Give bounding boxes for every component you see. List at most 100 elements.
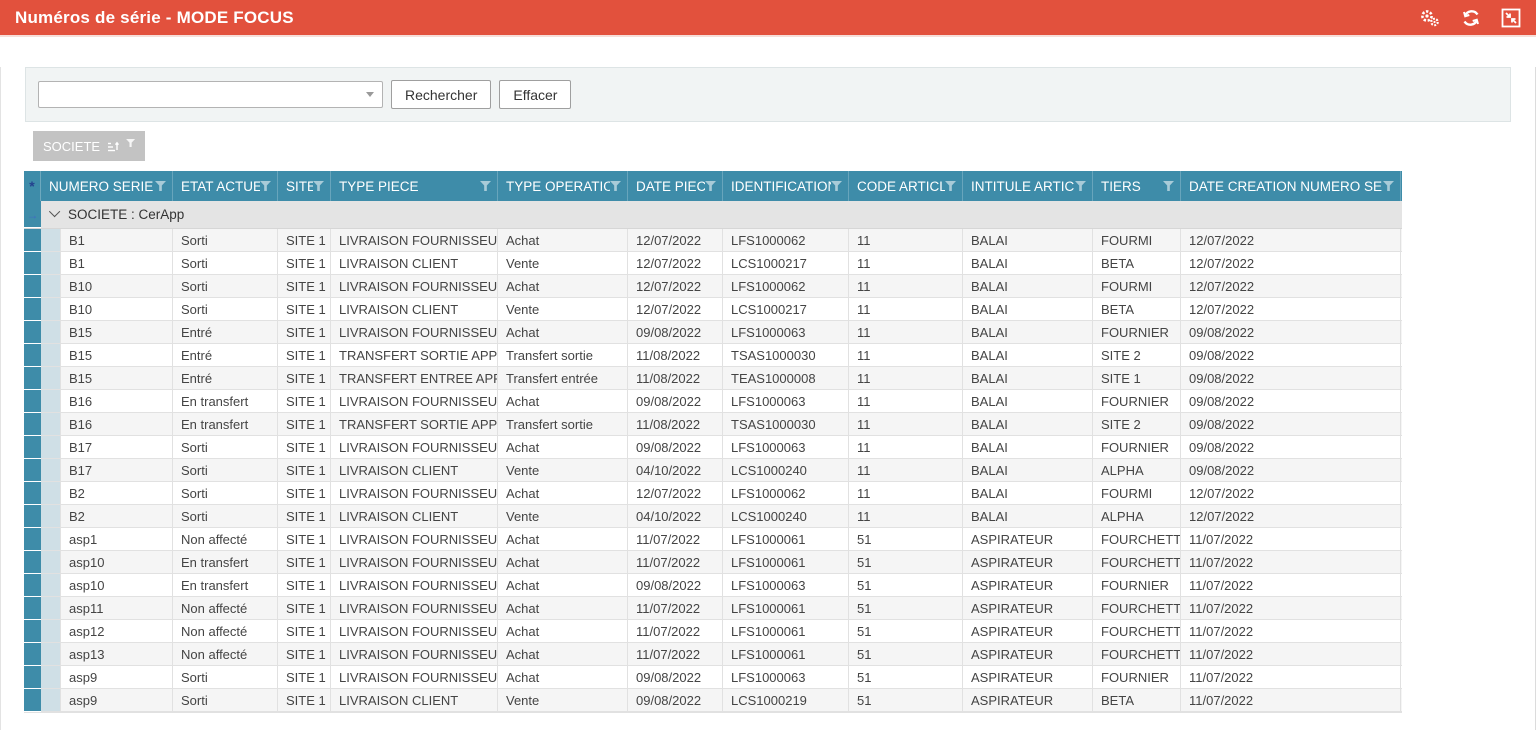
cell-type-piece[interactable]: LIVRAISON FOURNISSEUR bbox=[331, 643, 498, 665]
cell-type-operation[interactable]: Achat bbox=[498, 620, 628, 642]
cell-date-creation-numero-serie[interactable]: 11/07/2022 bbox=[1181, 620, 1401, 642]
cell-tiers[interactable]: FOURMI bbox=[1093, 229, 1181, 251]
cell-etat-actuel[interactable]: Sorti bbox=[173, 275, 278, 297]
cell-code-article[interactable]: 51 bbox=[849, 643, 963, 665]
cell-tiers[interactable]: FOURMI bbox=[1093, 275, 1181, 297]
cell-intitule-article[interactable]: ASPIRATEUR bbox=[963, 689, 1093, 711]
cell-identification[interactable]: LFS1000061 bbox=[723, 597, 849, 619]
cell-intitule-article[interactable]: ASPIRATEUR bbox=[963, 666, 1093, 688]
cell-numero-serie[interactable]: B10 bbox=[61, 275, 173, 297]
table-row[interactable]: B16En transfertSITE 1LIVRAISON FOURNISSE… bbox=[24, 390, 1402, 413]
cell-etat-actuel[interactable]: Sorti bbox=[173, 482, 278, 504]
cell-type-piece[interactable]: TRANSFERT SORTIE APPRO bbox=[331, 344, 498, 366]
cell-date-creation-numero-serie[interactable]: 12/07/2022 bbox=[1181, 275, 1401, 297]
cell-site[interactable]: SITE 1 bbox=[278, 666, 331, 688]
cell-numero-serie[interactable]: B2 bbox=[61, 505, 173, 527]
cell-intitule-article[interactable]: ASPIRATEUR bbox=[963, 620, 1093, 642]
cell-date-creation-numero-serie[interactable]: 09/08/2022 bbox=[1181, 344, 1401, 366]
cell-type-operation[interactable]: Vente bbox=[498, 689, 628, 711]
cell-tiers[interactable]: FOURNIER bbox=[1093, 321, 1181, 343]
cell-date-piece[interactable]: 11/07/2022 bbox=[628, 597, 723, 619]
cell-date-piece[interactable]: 11/08/2022 bbox=[628, 344, 723, 366]
cell-type-piece[interactable]: TRANSFERT SORTIE APPRO bbox=[331, 413, 498, 435]
cell-numero-serie[interactable]: asp11 bbox=[61, 597, 173, 619]
cell-numero-serie[interactable]: asp1 bbox=[61, 528, 173, 550]
search-input[interactable] bbox=[47, 82, 366, 107]
refresh-icon[interactable] bbox=[1461, 8, 1481, 28]
cell-site[interactable]: SITE 1 bbox=[278, 436, 331, 458]
cell-tiers[interactable]: BETA bbox=[1093, 689, 1181, 711]
table-row[interactable]: asp13Non affectéSITE 1LIVRAISON FOURNISS… bbox=[24, 643, 1402, 666]
cell-identification[interactable]: LFS1000061 bbox=[723, 643, 849, 665]
cell-type-operation[interactable]: Achat bbox=[498, 643, 628, 665]
cell-site[interactable]: SITE 1 bbox=[278, 597, 331, 619]
cell-type-operation[interactable]: Vente bbox=[498, 459, 628, 481]
column-filter-icon[interactable] bbox=[155, 181, 166, 191]
column-header-tiers[interactable]: TIERS bbox=[1093, 171, 1181, 201]
cell-site[interactable]: SITE 1 bbox=[278, 390, 331, 412]
compress-icon[interactable] bbox=[1501, 8, 1521, 28]
cell-etat-actuel[interactable]: En transfert bbox=[173, 551, 278, 573]
cell-site[interactable]: SITE 1 bbox=[278, 643, 331, 665]
cell-etat-actuel[interactable]: Non affecté bbox=[173, 620, 278, 642]
cell-identification[interactable]: TSAS1000030 bbox=[723, 344, 849, 366]
cell-site[interactable]: SITE 1 bbox=[278, 620, 331, 642]
group-chip-societe[interactable]: SOCIETE bbox=[33, 131, 145, 161]
cell-site[interactable]: SITE 1 bbox=[278, 528, 331, 550]
cell-date-creation-numero-serie[interactable]: 12/07/2022 bbox=[1181, 505, 1401, 527]
cell-code-article[interactable]: 11 bbox=[849, 321, 963, 343]
cell-type-operation[interactable]: Vente bbox=[498, 505, 628, 527]
cell-intitule-article[interactable]: BALAI bbox=[963, 298, 1093, 320]
cell-date-creation-numero-serie[interactable]: 09/08/2022 bbox=[1181, 390, 1401, 412]
cell-type-operation[interactable]: Achat bbox=[498, 275, 628, 297]
cell-type-piece[interactable]: LIVRAISON FOURNISSEUR bbox=[331, 666, 498, 688]
combo-dropdown-icon[interactable] bbox=[366, 92, 374, 97]
cell-site[interactable]: SITE 1 bbox=[278, 482, 331, 504]
column-filter-icon[interactable] bbox=[1163, 181, 1174, 191]
cell-type-operation[interactable]: Achat bbox=[498, 528, 628, 550]
group-row[interactable]: → SOCIETE : CerApp bbox=[24, 201, 1402, 229]
cell-etat-actuel[interactable]: Entré bbox=[173, 321, 278, 343]
column-filter-icon[interactable] bbox=[260, 181, 271, 191]
cell-identification[interactable]: LFS1000062 bbox=[723, 229, 849, 251]
table-row[interactable]: B2SortiSITE 1LIVRAISON CLIENTVente04/10/… bbox=[24, 505, 1402, 528]
table-row[interactable]: asp9SortiSITE 1LIVRAISON FOURNISSEURAcha… bbox=[24, 666, 1402, 689]
cell-intitule-article[interactable]: BALAI bbox=[963, 229, 1093, 251]
cell-date-piece[interactable]: 12/07/2022 bbox=[628, 298, 723, 320]
cell-identification[interactable]: TEAS1000008 bbox=[723, 367, 849, 389]
cell-etat-actuel[interactable]: Non affecté bbox=[173, 643, 278, 665]
table-row[interactable]: B15EntréSITE 1TRANSFERT SORTIE APPROTran… bbox=[24, 344, 1402, 367]
cell-etat-actuel[interactable]: Sorti bbox=[173, 252, 278, 274]
cell-identification[interactable]: LFS1000061 bbox=[723, 551, 849, 573]
cell-date-piece[interactable]: 12/07/2022 bbox=[628, 482, 723, 504]
cell-type-operation[interactable]: Transfert sortie bbox=[498, 344, 628, 366]
column-filter-icon[interactable] bbox=[313, 181, 324, 191]
cell-identification[interactable]: LCS1000217 bbox=[723, 252, 849, 274]
cell-type-piece[interactable]: LIVRAISON FOURNISSEUR bbox=[331, 574, 498, 596]
cell-date-piece[interactable]: 04/10/2022 bbox=[628, 459, 723, 481]
cell-tiers[interactable]: BETA bbox=[1093, 298, 1181, 320]
cell-numero-serie[interactable]: asp13 bbox=[61, 643, 173, 665]
cell-code-article[interactable]: 11 bbox=[849, 229, 963, 251]
table-row[interactable]: asp10En transfertSITE 1LIVRAISON FOURNIS… bbox=[24, 551, 1402, 574]
cell-code-article[interactable]: 51 bbox=[849, 597, 963, 619]
search-combobox[interactable] bbox=[38, 81, 383, 108]
cell-type-operation[interactable]: Achat bbox=[498, 229, 628, 251]
cell-code-article[interactable]: 11 bbox=[849, 367, 963, 389]
cell-date-piece[interactable]: 09/08/2022 bbox=[628, 574, 723, 596]
cell-type-piece[interactable]: LIVRAISON FOURNISSEUR bbox=[331, 482, 498, 504]
cell-intitule-article[interactable]: BALAI bbox=[963, 344, 1093, 366]
cell-identification[interactable]: LFS1000063 bbox=[723, 321, 849, 343]
cell-intitule-article[interactable]: BALAI bbox=[963, 275, 1093, 297]
cell-type-operation[interactable]: Achat bbox=[498, 321, 628, 343]
cell-date-piece[interactable]: 09/08/2022 bbox=[628, 689, 723, 711]
cell-date-piece[interactable]: 11/07/2022 bbox=[628, 551, 723, 573]
cell-type-piece[interactable]: TRANSFERT ENTREE APPRO bbox=[331, 367, 498, 389]
cell-type-operation[interactable]: Achat bbox=[498, 436, 628, 458]
cell-identification[interactable]: LCS1000219 bbox=[723, 689, 849, 711]
cell-identification[interactable]: LFS1000063 bbox=[723, 574, 849, 596]
cell-date-creation-numero-serie[interactable]: 09/08/2022 bbox=[1181, 436, 1401, 458]
cell-intitule-article[interactable]: BALAI bbox=[963, 436, 1093, 458]
group-filter-icon[interactable] bbox=[126, 139, 135, 147]
cell-tiers[interactable]: FOURCHETTE bbox=[1093, 528, 1181, 550]
